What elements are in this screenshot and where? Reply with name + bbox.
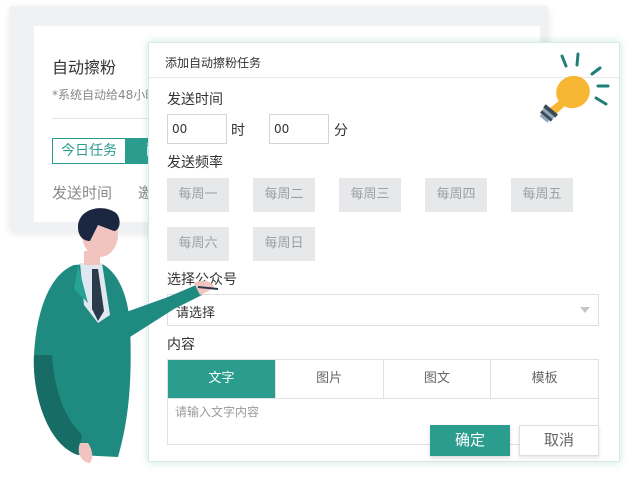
- minute-input[interactable]: 00: [269, 114, 329, 144]
- confirm-button[interactable]: 确定: [430, 425, 510, 456]
- background-label-send-time: 发送时间: [52, 184, 113, 202]
- day-button-tuesday[interactable]: 每周二: [253, 178, 315, 212]
- day-button-sunday[interactable]: 每周日: [253, 227, 315, 261]
- day-button-wednesday[interactable]: 每周三: [339, 178, 401, 212]
- stage: 自动擦粉 *系统自动给48小时内 今日任务 配 发送时间 邀请 添加自动擦粉任务…: [0, 0, 630, 480]
- dialog-title: 添加自动擦粉任务: [165, 56, 262, 70]
- tab-today-tasks[interactable]: 今日任务: [52, 138, 126, 164]
- tab-image[interactable]: 图片: [274, 360, 383, 398]
- background-panel-title: 自动擦粉: [52, 58, 117, 77]
- account-select[interactable]: 请选择: [167, 294, 599, 326]
- divider: [52, 118, 162, 119]
- day-button-friday[interactable]: 每周五: [511, 178, 573, 212]
- day-button-thursday[interactable]: 每周四: [425, 178, 487, 212]
- frequency-label: 发送频率: [167, 155, 223, 171]
- hour-unit-label: 时: [231, 123, 245, 139]
- tab-image-text[interactable]: 图文: [382, 360, 491, 398]
- cancel-button[interactable]: 取消: [519, 425, 599, 456]
- content-type-tabs: 文字 图片 图文 模板: [167, 359, 599, 399]
- hour-input[interactable]: 00: [167, 114, 227, 144]
- tab-template[interactable]: 模板: [490, 360, 598, 398]
- lightbulb-icon: [539, 52, 610, 123]
- chevron-down-icon: [580, 307, 590, 313]
- send-time-label: 发送时间: [167, 92, 223, 108]
- minute-unit-label: 分: [334, 123, 348, 139]
- businessman-illustration: [33, 208, 218, 463]
